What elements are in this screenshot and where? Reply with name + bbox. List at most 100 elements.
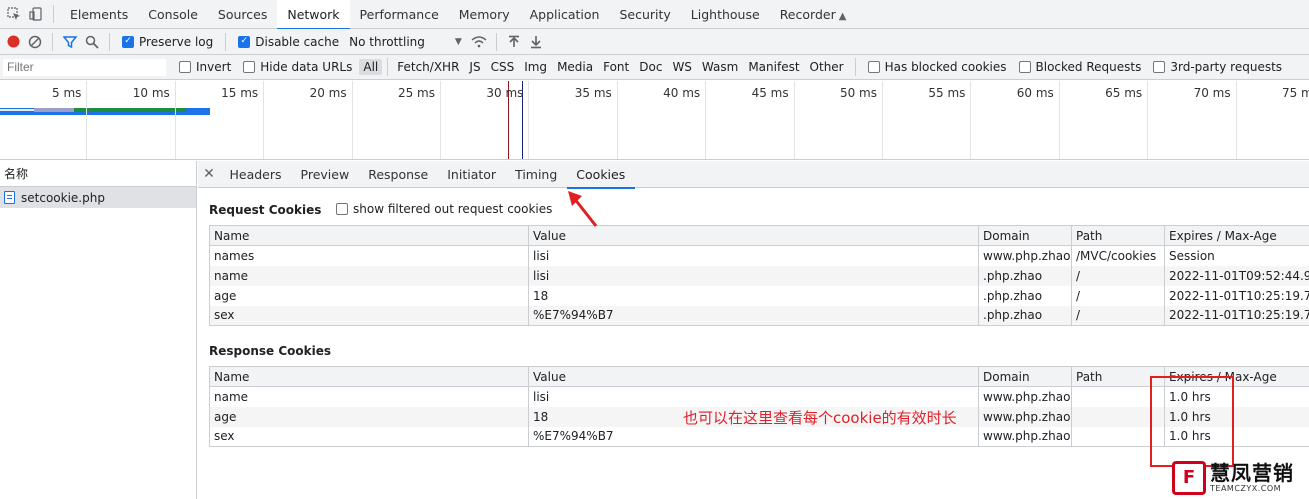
column-header-name[interactable]: Name — [209, 225, 529, 246]
table-row[interactable]: age18.php.zhao/2022-11-01T10:25:19.773Z — [209, 285, 1309, 306]
type-filter-font[interactable]: Font — [599, 59, 633, 75]
table-cell: lisi — [528, 245, 979, 266]
timeline-gridline — [705, 81, 707, 159]
timeline-gridline — [86, 81, 88, 159]
table-header-row: Name Value Domain Path Expires / Max-Age — [209, 225, 1309, 246]
column-header-path[interactable]: Path — [1071, 225, 1165, 246]
table-cell: name — [209, 265, 529, 286]
divider — [52, 32, 53, 51]
disable-cache-checkbox[interactable]: ✓ Disable cache — [238, 35, 339, 49]
type-filter-js[interactable]: JS — [465, 59, 484, 75]
filter-icon[interactable] — [59, 32, 81, 52]
tab-network[interactable]: Network — [277, 0, 350, 30]
watermark-logo-icon: F — [1172, 460, 1206, 495]
has-blocked-cookies-checkbox[interactable]: Has blocked cookies — [867, 60, 1007, 74]
tab-application[interactable]: Application — [520, 0, 610, 29]
watermark-en: TEAMCZYX.COM — [1210, 483, 1282, 493]
table-cell: sex — [209, 426, 529, 447]
timeline-gridline — [1235, 81, 1237, 159]
watermark: F 慧凤营销 TEAMCZYX.COM — [1172, 456, 1309, 499]
tab-sources[interactable]: Sources — [208, 0, 277, 29]
tab-performance[interactable]: Performance — [350, 0, 449, 29]
record-icon[interactable] — [2, 32, 24, 52]
type-filter-doc[interactable]: Doc — [635, 59, 666, 75]
table-cell: .php.zhao — [978, 265, 1072, 286]
table-row[interactable]: name lisi www.php.zhao 1.0 hrs — [209, 386, 1309, 407]
network-toolbar: ✓ Preserve log ✓ Disable cache No throttli… — [0, 29, 1309, 55]
detail-tab-response[interactable]: Response — [359, 161, 438, 188]
divider — [387, 58, 389, 76]
type-filter-fetch-xhr[interactable]: Fetch/XHR — [393, 59, 463, 75]
table-cell: www.php.zhao — [978, 406, 1072, 427]
timeline-tick-label: 75 ms — [1281, 86, 1309, 100]
request-item[interactable]: setcookie.php — [0, 187, 196, 208]
timeline-overview[interactable]: 5 ms 10 ms 15 ms 20 ms 25 ms 30 ms 35 ms 40 ms 4… — [0, 81, 1309, 160]
table-row[interactable]: sex %E7%94%B7 .php.zhao/2022-11-01T10:25:1… — [209, 305, 1309, 326]
tab-lighthouse[interactable]: Lighthouse — [681, 0, 770, 29]
table-cell: lisi — [528, 386, 979, 407]
hide-data-urls-checkbox[interactable]: Hide data URLs — [243, 60, 352, 74]
column-header-name[interactable]: Name — [209, 366, 529, 387]
detail-tab-timing[interactable]: Timing — [506, 161, 567, 188]
table-cell: age — [209, 285, 529, 306]
checkbox-box — [1018, 61, 1031, 73]
device-toolbar-icon[interactable] — [25, 4, 47, 24]
type-filter-img[interactable]: Img — [520, 59, 551, 75]
table-cell: www.php.zhao — [978, 245, 1072, 266]
tab-recorder[interactable]: Recorder ▲ — [770, 0, 857, 29]
blocked-requests-checkbox[interactable]: Blocked Requests — [1018, 60, 1141, 74]
table-row[interactable]: sex %E7%94%B7 www.php.zhao 1.0 hrs — [209, 426, 1309, 447]
tab-elements[interactable]: Elements — [60, 0, 138, 29]
filter-bar: Invert Hide data URLs All Fetch/XHRJSCSSI… — [0, 55, 1309, 80]
timeline-gridline — [528, 81, 530, 159]
table-cell: www.php.zhao — [978, 386, 1072, 407]
tab-memory[interactable]: Memory — [449, 0, 520, 29]
preserve-log-checkbox[interactable]: ✓ Preserve log — [122, 35, 213, 49]
column-header-value[interactable]: Value — [528, 366, 979, 387]
detail-tab-headers[interactable]: Headers — [220, 161, 291, 188]
type-filter-wasm[interactable]: Wasm — [698, 59, 742, 75]
request-cookies-title: Request Cookies — [209, 203, 322, 217]
timeline-gridline — [174, 81, 176, 159]
type-filter-all[interactable]: All — [359, 59, 383, 75]
column-header-domain[interactable]: Domain — [978, 366, 1072, 387]
timeline-tick-label: 10 ms — [132, 86, 170, 100]
watermark-text: 慧凤营销 TEAMCZYX.COM — [1210, 463, 1294, 493]
detail-tab-preview[interactable]: Preview — [291, 161, 359, 188]
column-header-domain[interactable]: Domain — [978, 225, 1072, 246]
name-column-header[interactable]: 名称 — [0, 161, 196, 187]
checkbox-box — [179, 61, 191, 73]
network-conditions-icon[interactable] — [468, 32, 490, 52]
response-cookies-title: Response Cookies — [209, 344, 332, 358]
table-cell: 18 — [528, 285, 979, 306]
third-party-requests-checkbox[interactable]: 3rd-party requests — [1153, 60, 1282, 74]
table-cell: name — [209, 386, 529, 407]
search-icon[interactable] — [81, 32, 103, 52]
table-cell: /MVC/cookies — [1071, 245, 1165, 266]
table-row[interactable]: namelisi.php.zhao/2022-11-01T09:52:44.90… — [209, 265, 1309, 286]
column-header-expires-max-age[interactable]: Expires / Max-Age — [1164, 225, 1309, 246]
detail-tab-cookies[interactable]: Cookies — [566, 161, 635, 189]
show-filtered-cookies-checkbox[interactable]: show filtered out request cookies — [336, 202, 552, 216]
filter-input[interactable] — [2, 57, 167, 77]
inspect-element-icon[interactable] — [3, 4, 25, 24]
request-cookies-table: Name Value Domain Path Expires / Max-Age name… — [209, 225, 1309, 326]
type-filter-manifest[interactable]: Manifest — [744, 59, 803, 75]
divider — [53, 5, 54, 23]
type-filter-ws[interactable]: WS — [668, 59, 695, 75]
table-cell: / — [1071, 265, 1165, 286]
detail-tab-initiator[interactable]: Initiator — [438, 161, 506, 188]
type-filter-other[interactable]: Other — [806, 59, 848, 75]
close-icon[interactable]: ✕ — [198, 166, 220, 182]
clear-icon[interactable] — [24, 32, 46, 52]
highlight-rectangle — [1150, 376, 1234, 467]
invert-checkbox[interactable]: Invert — [179, 60, 231, 74]
tab-console[interactable]: Console — [138, 0, 208, 29]
table-row[interactable]: names lisi www.php.zhao/MVC/cookies Session — [209, 245, 1309, 266]
tab-security[interactable]: Security — [609, 0, 680, 29]
export-har-icon[interactable] — [525, 32, 547, 52]
import-har-icon[interactable] — [503, 32, 525, 52]
throttling-select[interactable]: No throttling ▼ — [349, 35, 462, 49]
type-filter-media[interactable]: Media — [553, 59, 597, 75]
type-filter-css[interactable]: CSS — [487, 59, 519, 75]
